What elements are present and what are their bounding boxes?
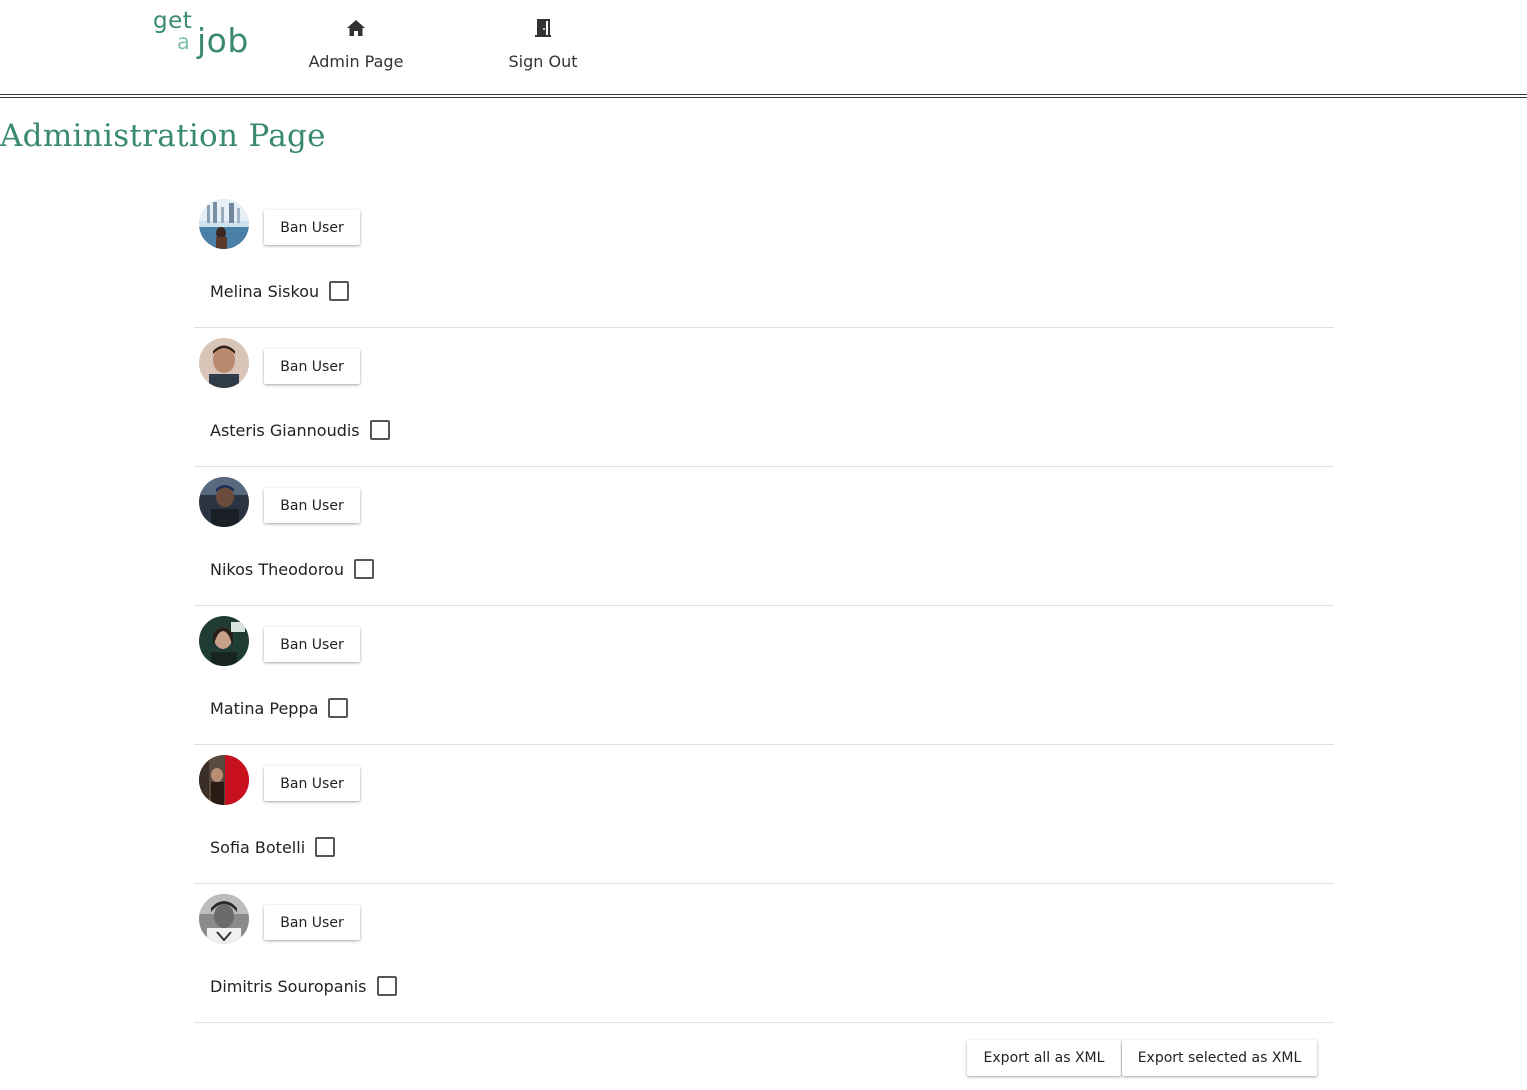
user-name: Asteris Giannoudis xyxy=(210,420,360,440)
user-list-item: Ban User Dimitris Souropanis xyxy=(194,884,1334,1023)
select-user-checkbox[interactable] xyxy=(376,976,397,996)
nav-sign-out[interactable]: Sign Out xyxy=(503,16,583,80)
user-list-item: Ban User Nikos Theodorou xyxy=(194,467,1334,606)
export-selected-xml-button[interactable]: Export selected as XML xyxy=(1122,1040,1317,1076)
avatar xyxy=(199,755,249,805)
avatar xyxy=(199,477,249,527)
user-list-item: Ban User Melina Siskou xyxy=(194,189,1334,328)
user-name: Melina Siskou xyxy=(210,281,320,301)
user-list-item: Ban User Matina Peppa xyxy=(194,606,1334,745)
user-name: Sofia Botelli xyxy=(210,837,306,857)
home-icon xyxy=(344,16,368,40)
user-name-row: Asteris Giannoudis xyxy=(210,419,390,441)
avatar xyxy=(199,338,249,388)
ban-user-button[interactable]: Ban User xyxy=(264,488,360,523)
user-name-row: Matina Peppa xyxy=(210,697,349,719)
select-user-checkbox[interactable] xyxy=(369,420,390,440)
user-name-row: Dimitris Souropanis xyxy=(210,975,397,997)
nav-admin-page-label: Admin Page xyxy=(308,52,404,71)
page-title: Administration Page xyxy=(0,118,326,154)
user-name-row: Nikos Theodorou xyxy=(210,558,374,580)
door-exit-icon xyxy=(531,16,555,40)
user-list: Ban User Melina Siskou Ban User Asteris … xyxy=(194,189,1334,1023)
avatar xyxy=(199,616,249,666)
logo-text-job: job xyxy=(197,21,249,60)
avatar xyxy=(199,199,249,249)
top-navbar: get a job Admin Page Sign Out xyxy=(0,0,1527,98)
ban-user-button[interactable]: Ban User xyxy=(264,905,360,940)
ban-user-button[interactable]: Ban User xyxy=(264,349,360,384)
ban-user-button[interactable]: Ban User xyxy=(264,627,360,662)
logo-text-a: a xyxy=(177,30,190,54)
select-user-checkbox[interactable] xyxy=(329,281,350,301)
user-name-row: Melina Siskou xyxy=(210,280,350,302)
nav-admin-page[interactable]: Admin Page xyxy=(305,16,407,80)
select-user-checkbox[interactable] xyxy=(315,837,336,857)
nav-sign-out-label: Sign Out xyxy=(508,52,578,71)
select-user-checkbox[interactable] xyxy=(353,559,374,579)
user-list-item: Ban User Asteris Giannoudis xyxy=(194,328,1334,467)
avatar xyxy=(199,894,249,944)
user-name: Dimitris Souropanis xyxy=(210,976,367,996)
select-user-checkbox[interactable] xyxy=(328,698,349,718)
get-a-job-logo[interactable]: get a job xyxy=(152,8,252,68)
user-name: Matina Peppa xyxy=(210,698,319,718)
ban-user-button[interactable]: Ban User xyxy=(264,766,360,801)
ban-user-button[interactable]: Ban User xyxy=(264,210,360,245)
user-list-item: Ban User Sofia Botelli xyxy=(194,745,1334,884)
user-name-row: Sofia Botelli xyxy=(210,836,336,858)
user-name: Nikos Theodorou xyxy=(210,559,344,579)
export-all-xml-button[interactable]: Export all as XML xyxy=(967,1040,1121,1076)
header-divider xyxy=(0,94,1527,98)
